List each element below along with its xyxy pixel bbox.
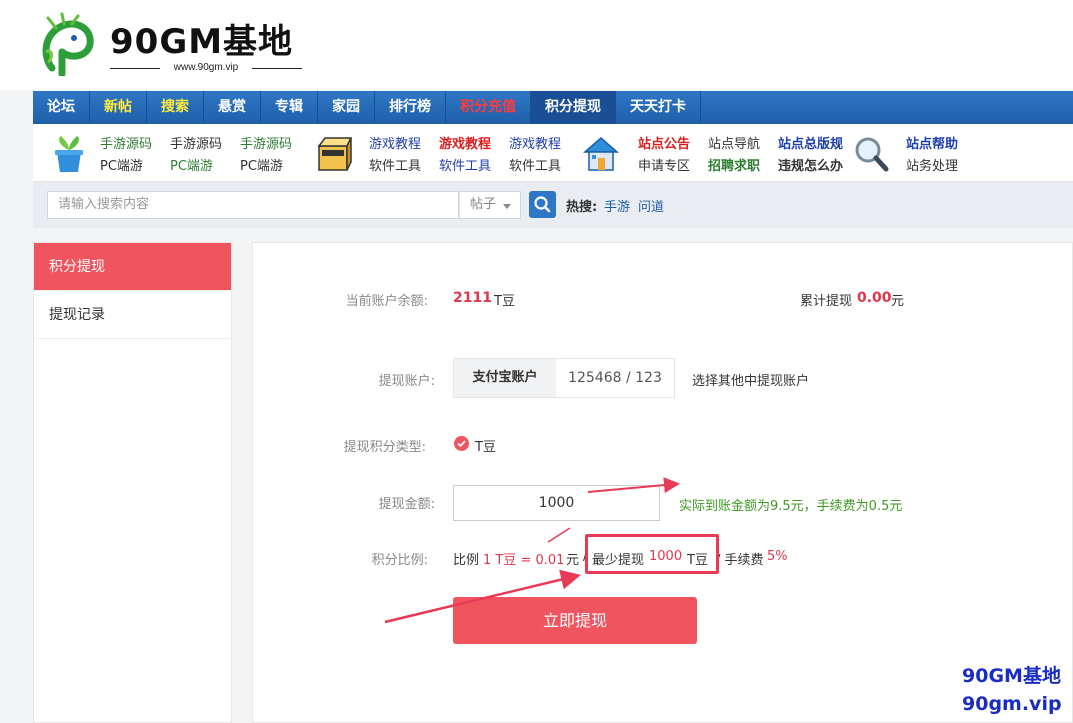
other-account-link[interactable]: 选择其他中提现账户: [692, 370, 809, 389]
ratio-label: 积分比例:: [371, 553, 428, 568]
magnifier-icon: [855, 137, 889, 172]
ratio-prefix: 比例: [453, 553, 480, 568]
link-software-tools-2[interactable]: 软件工具: [439, 155, 491, 174]
link-software-tools-1[interactable]: 软件工具: [369, 155, 421, 174]
nav-item-ranking[interactable]: 排行榜: [375, 91, 446, 124]
link-pc-games-1[interactable]: PC端游: [100, 155, 143, 174]
link-game-tutorial-3[interactable]: 游戏教程: [509, 133, 561, 152]
balance-value: 2111: [453, 290, 492, 306]
watermark: 90GM基地 90gm.vip: [962, 662, 1062, 718]
nav-item-albums[interactable]: 专辑: [261, 91, 318, 124]
withdraw-submit-button[interactable]: 立即提现: [453, 597, 697, 644]
nav-item-recharge[interactable]: 积分充值: [446, 91, 531, 124]
amount-label: 提现金额:: [378, 497, 435, 512]
nav-item-withdraw[interactable]: 积分提现: [531, 91, 616, 124]
site-header: 90GM基地 www.90gm.vip: [0, 0, 1073, 90]
balance-label: 当前账户余额:: [345, 294, 428, 309]
search-bar: 请输入搜索内容 帖子 热搜: 手游 问道: [33, 182, 1073, 228]
link-site-affairs[interactable]: 站务处理: [906, 155, 958, 174]
points-type-value: T豆: [475, 440, 496, 455]
plant-pot-icon: [55, 136, 83, 172]
hot-search-label: 热搜:: [566, 200, 598, 215]
fee-prefix: / 手续费: [716, 553, 764, 568]
sidebar: 积分提现 提现记录: [33, 242, 232, 723]
check-icon: [457, 440, 466, 448]
link-site-navigation[interactable]: 站点导航: [708, 133, 760, 152]
link-game-tutorial-1[interactable]: 游戏教程: [369, 133, 421, 152]
nav-item-search[interactable]: 搜索: [147, 91, 204, 124]
link-software-tools-3[interactable]: 软件工具: [509, 155, 561, 174]
main-nav: 论坛 新帖 搜索 悬赏 专辑 家园 排行榜 积分充值 积分提现 天天打卡: [33, 91, 1073, 124]
link-apply-zone[interactable]: 申请专区: [638, 155, 690, 174]
logo-text[interactable]: 90GM基地: [110, 14, 293, 63]
link-site-help[interactable]: 站点帮助: [906, 133, 958, 152]
watermark-line-2: 90gm.vip: [962, 693, 1062, 715]
link-game-tutorial-2[interactable]: 游戏教程: [439, 133, 491, 152]
watermark-line-1: 90GM基地: [962, 665, 1061, 687]
amount-hint: 实际到账金额为9.5元，手续费为0.5元: [679, 499, 903, 514]
ratio-unit: 元: [566, 553, 580, 568]
link-site-rules[interactable]: 站点总版规: [778, 133, 843, 152]
fee-value: 5%: [767, 549, 788, 564]
points-type-label: 提现积分类型:: [343, 440, 426, 455]
nav-item-home[interactable]: 家园: [318, 91, 375, 124]
search-icon: [534, 196, 551, 213]
ratio-value: 1 T豆 = 0.01: [483, 553, 565, 568]
link-mobile-source-3[interactable]: 手游源码: [240, 133, 292, 152]
quick-links: 手游源码 手游源码 手游源码 PC端游 PC端游 PC端游 游戏教程 游戏教程 …: [33, 124, 1073, 182]
link-violations[interactable]: 违规怎么办: [778, 155, 843, 174]
link-pc-games-3[interactable]: PC端游: [240, 155, 283, 174]
annotation-highlight-box: [585, 534, 719, 574]
total-withdraw-label: 累计提现: [800, 294, 853, 309]
account-selector[interactable]: 支付宝账户 125468 / 123: [453, 358, 675, 398]
search-button[interactable]: [529, 191, 556, 218]
nav-item-new-posts[interactable]: 新帖: [90, 91, 147, 124]
search-type-label: 帖子: [470, 197, 497, 212]
nav-item-checkin[interactable]: 天天打卡: [616, 91, 701, 124]
treasure-box-icon: [317, 137, 353, 171]
chevron-down-icon: [503, 204, 511, 209]
link-mobile-source-2[interactable]: 手游源码: [170, 133, 222, 152]
logo-url: www.90gm.vip: [110, 62, 302, 73]
house-icon: [583, 137, 619, 171]
nav-item-forum[interactable]: 论坛: [33, 91, 90, 124]
hot-search-link-wendao[interactable]: 问道: [638, 196, 664, 215]
withdraw-panel: 当前账户余额: 2111 T豆 累计提现 0.00 元 提现账户: 支付宝账户 …: [252, 242, 1073, 723]
link-jobs[interactable]: 招聘求职: [708, 155, 760, 174]
total-withdraw-value: 0.00: [857, 290, 892, 306]
link-mobile-source-1[interactable]: 手游源码: [100, 133, 152, 152]
hot-search-link-mobile[interactable]: 手游: [604, 196, 630, 215]
radio-checked-icon[interactable]: [454, 436, 469, 451]
search-type-select[interactable]: 帖子: [459, 191, 521, 219]
account-number: 125468 / 123: [568, 370, 662, 386]
nav-item-bounty[interactable]: 悬赏: [204, 91, 261, 124]
total-withdraw-unit: 元: [891, 294, 905, 309]
dragon-logo-icon[interactable]: [38, 12, 100, 76]
sidebar-item-withdraw[interactable]: 积分提现: [34, 243, 231, 291]
link-pc-games-2[interactable]: PC端游: [170, 155, 213, 174]
balance-unit: T豆: [494, 294, 515, 309]
account-name: 支付宝账户: [454, 359, 556, 397]
search-input[interactable]: 请输入搜索内容: [47, 191, 459, 219]
link-site-announcement[interactable]: 站点公告: [638, 133, 690, 152]
account-label: 提现账户:: [378, 374, 435, 389]
amount-input[interactable]: 1000: [453, 485, 660, 521]
sidebar-item-withdraw-records[interactable]: 提现记录: [34, 291, 231, 339]
